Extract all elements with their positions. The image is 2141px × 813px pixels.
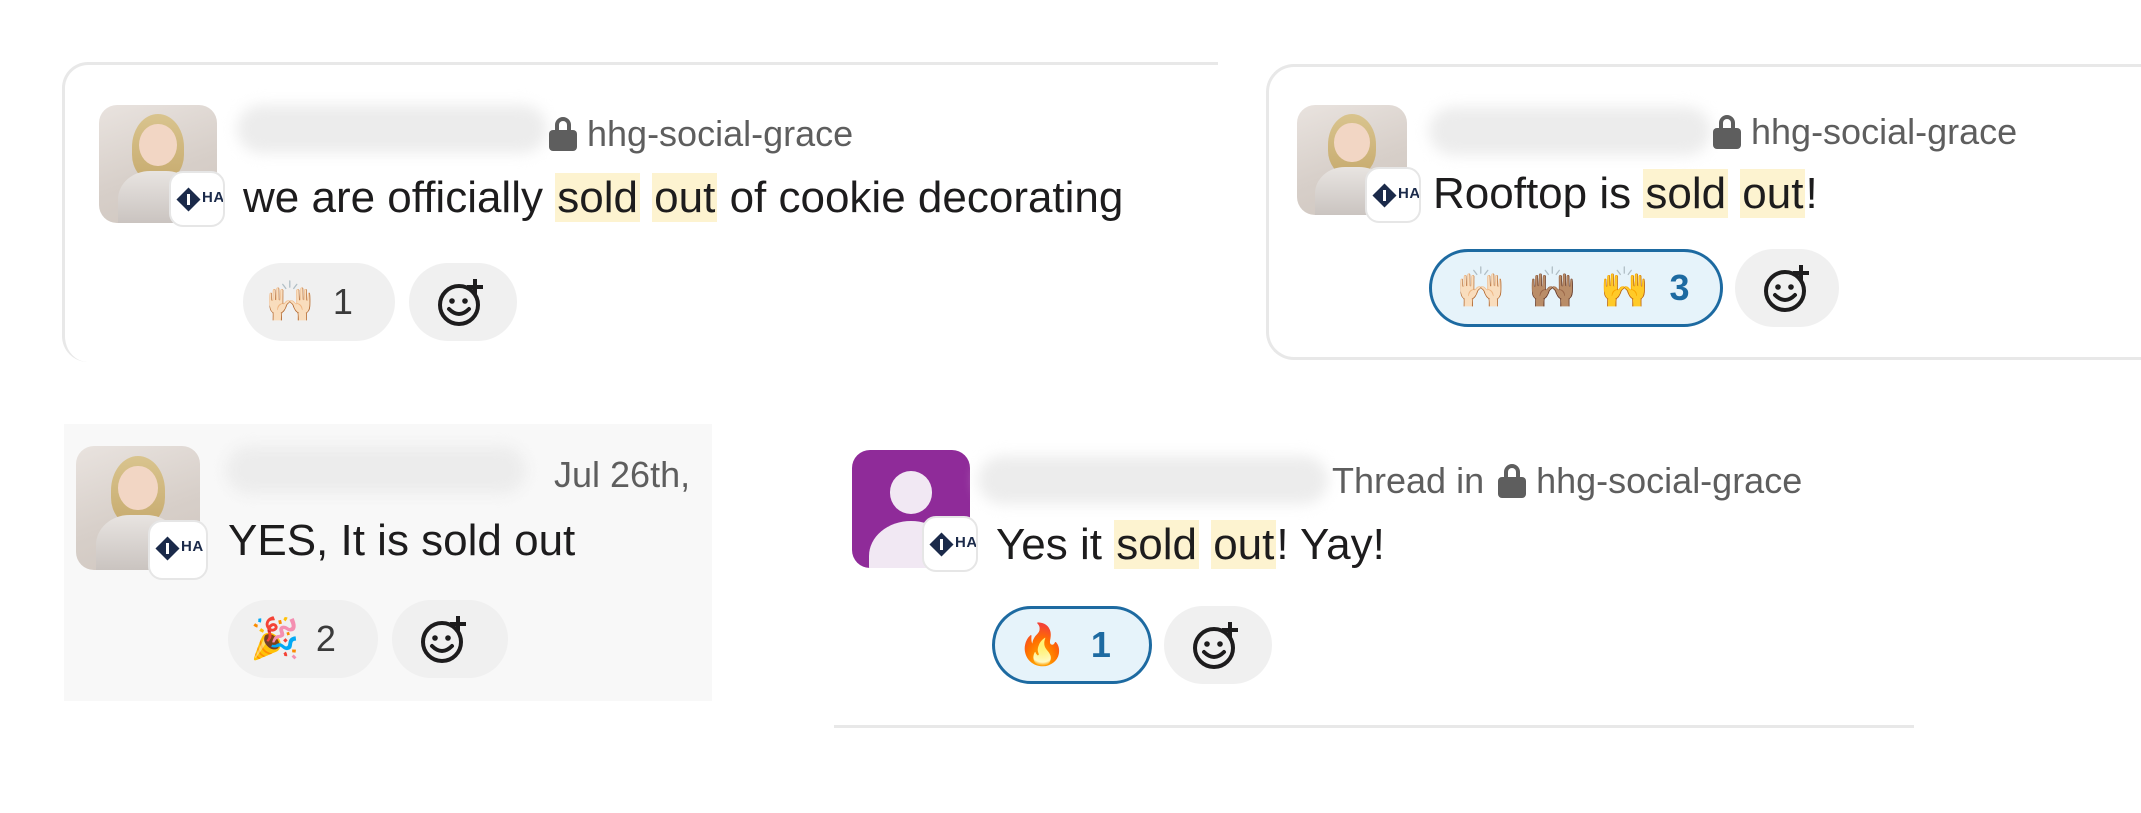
thread-link[interactable]: Thread in hhg-social-grace xyxy=(1332,460,1802,502)
thread-prefix: Thread in xyxy=(1332,460,1485,501)
raising-hands-light-icon: 🙌🏻 xyxy=(265,279,315,325)
reaction-count: 1 xyxy=(332,281,353,322)
redacted-username xyxy=(237,105,547,153)
message-date[interactable]: Jul 26th, xyxy=(554,454,690,496)
message-text: YES, It is sold out xyxy=(228,516,576,565)
message-card-4[interactable]: HA Thread in hhg-social-grace Yes it sol… xyxy=(834,0,1914,728)
party-popper-icon: 🎉 xyxy=(250,616,300,662)
add-reaction-button[interactable] xyxy=(392,600,508,678)
fire-icon: 🔥 xyxy=(1017,622,1067,668)
search-highlight: out xyxy=(652,173,718,222)
reaction-count: 2 xyxy=(315,618,336,659)
channel-name: hhg-social-grace xyxy=(587,113,854,154)
workspace-badge-icon: HA xyxy=(148,520,208,580)
search-highlight: out xyxy=(1211,520,1277,569)
reaction-pill[interactable]: 🔥 1 xyxy=(992,606,1152,684)
add-reaction-icon xyxy=(438,279,483,326)
add-reaction-icon xyxy=(421,616,466,663)
search-highlight: sold xyxy=(555,173,640,222)
add-reaction-icon xyxy=(1193,622,1238,669)
search-highlight: sold xyxy=(1114,520,1199,569)
reaction-count: 1 xyxy=(1090,624,1111,665)
lock-icon xyxy=(1498,464,1527,498)
reaction-pill[interactable]: 🎉 2 xyxy=(228,600,378,678)
redacted-username xyxy=(226,446,526,494)
reaction-pill[interactable]: 🙌🏻 1 xyxy=(243,263,395,341)
add-reaction-button[interactable] xyxy=(409,263,517,341)
redacted-username xyxy=(978,456,1328,504)
channel-name: hhg-social-grace xyxy=(1536,460,1803,501)
add-reaction-button[interactable] xyxy=(1164,606,1272,684)
message-text: Yes it sold out! Yay! xyxy=(996,520,1385,569)
workspace-badge-icon: HA xyxy=(169,171,225,227)
message-card-3[interactable]: HA Jul 26th, YES, It is sold out 🎉 2 xyxy=(64,424,712,701)
lock-icon xyxy=(549,117,577,151)
channel-link[interactable]: hhg-social-grace xyxy=(549,113,853,155)
workspace-badge-icon: HA xyxy=(922,516,978,572)
